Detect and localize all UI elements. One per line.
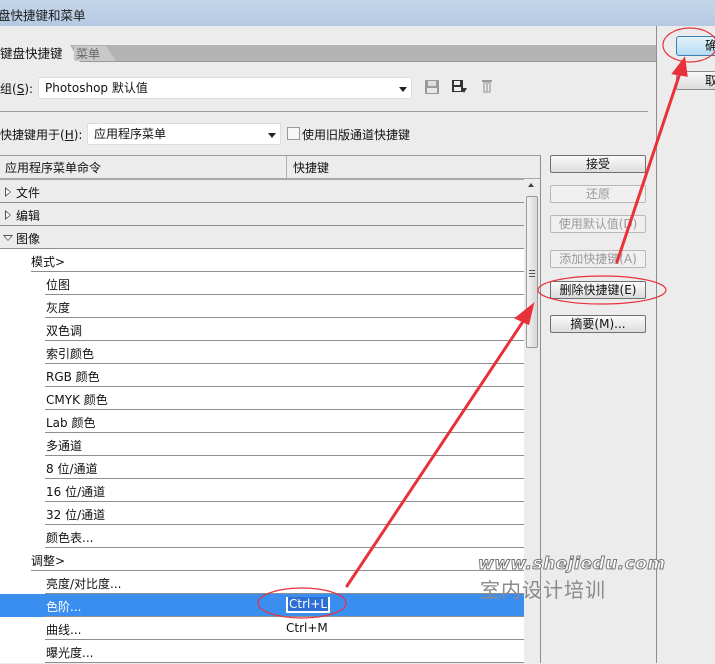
row-command-label: 调整>	[31, 554, 66, 568]
table-group-row[interactable]: 图像	[0, 226, 524, 249]
row-command-label: 文件	[16, 186, 41, 200]
shortcut-input-value: Ctrl+L	[288, 597, 329, 611]
expand-triangle-right-icon[interactable]	[5, 187, 11, 197]
row-command-label: 模式>	[31, 255, 66, 269]
row-command-label: 色阶...	[46, 600, 82, 614]
summarize-button[interactable]: 摘要(M)...	[550, 315, 646, 333]
table-row[interactable]: 色阶... Ctrl+L	[0, 594, 524, 617]
watermark-text: 室内设计培训	[480, 578, 606, 602]
shortcuts-for-label: 快捷键用于(H):	[0, 128, 83, 142]
row-command-label: 亮度/对比度...	[46, 577, 122, 591]
row-command-label: 颜色表...	[46, 531, 94, 545]
row-command-label: RGB 颜色	[46, 370, 100, 384]
shortcuts-for-value: 应用程序菜单	[94, 127, 167, 141]
table-row[interactable]: CMYK 颜色	[0, 387, 524, 410]
chevron-down-icon	[399, 87, 407, 92]
column-header-command[interactable]: 应用程序菜单命令	[5, 159, 101, 176]
table-group-row[interactable]: 文件	[0, 180, 524, 203]
table-row[interactable]: 多通道	[0, 433, 524, 456]
table-row[interactable]: 16 位/通道	[0, 479, 524, 502]
expand-triangle-right-icon[interactable]	[5, 210, 11, 220]
scroll-up-arrow-icon[interactable]	[528, 183, 534, 187]
row-command-label: 位图	[46, 278, 71, 292]
row-command-label: 曲线...	[46, 623, 82, 637]
save-set-icon[interactable]	[424, 79, 440, 95]
row-command-label: CMYK 颜色	[46, 393, 108, 407]
table-row[interactable]: 灰度	[0, 295, 524, 318]
divider	[0, 111, 648, 112]
table-row[interactable]: 调整>	[0, 548, 524, 571]
ok-button[interactable]: 确	[676, 36, 715, 56]
table-row[interactable]: 曲线... Ctrl+M	[0, 617, 524, 640]
column-header-shortcut[interactable]: 快捷键	[293, 159, 329, 176]
table-body: 文件编辑图像模式> 位图灰度双色调索引颜色 RGB 颜色 CMYK 颜色 Lab 颜色多…	[0, 180, 524, 663]
table-group-row[interactable]: 编辑	[0, 203, 524, 226]
table-row[interactable]: 位图	[0, 272, 524, 295]
table-row[interactable]: 模式>	[0, 249, 524, 272]
title-bar: 盘快捷键和菜单	[0, 0, 715, 26]
shortcut-input[interactable]: Ctrl+L	[286, 597, 331, 613]
table-row[interactable]: 索引颜色	[0, 341, 524, 364]
set-select-value: Photoshop 默认值	[45, 81, 148, 95]
table-row[interactable]: 曝光度...	[0, 640, 524, 663]
legacy-channel-shortcuts-checkbox[interactable]	[287, 127, 300, 140]
watermark-url: www.shejiedu.com	[478, 554, 666, 575]
row-command-label: 灰度	[46, 301, 71, 315]
row-command-label: 16 位/通道	[46, 485, 106, 499]
tab-keyboard-shortcuts[interactable]: 键盘快捷键	[0, 45, 80, 62]
row-command-label: 图像	[16, 232, 41, 246]
undo-button[interactable]: 还原	[550, 185, 646, 203]
table-row[interactable]: 32 位/通道	[0, 502, 524, 525]
column-divider[interactable]	[286, 156, 287, 178]
table-row[interactable]: 亮度/对比度...	[0, 571, 524, 594]
table-row[interactable]: 8 位/通道	[0, 456, 524, 479]
tab-menus[interactable]: 菜单	[74, 46, 116, 61]
table-header: 应用程序菜单命令 快捷键	[0, 156, 541, 180]
table-row[interactable]: 双色调	[0, 318, 524, 341]
row-command-label: 8 位/通道	[46, 462, 98, 476]
use-default-button[interactable]: 使用默认值(D)	[550, 215, 646, 233]
delete-set-icon[interactable]	[479, 78, 495, 94]
row-command-label: 32 位/通道	[46, 508, 106, 522]
table-row[interactable]: 颜色表...	[0, 525, 524, 548]
table-row[interactable]: Lab 颜色	[0, 410, 524, 433]
row-command-label: 编辑	[16, 209, 41, 223]
chevron-down-icon	[268, 133, 276, 138]
legacy-channel-shortcuts-label: 使用旧版通道快捷键	[302, 128, 411, 142]
scrollbar-thumb[interactable]	[526, 196, 538, 348]
row-command-label: 双色调	[46, 324, 83, 338]
expand-triangle-down-icon[interactable]	[3, 235, 13, 241]
set-select[interactable]: Photoshop 默认值	[38, 77, 412, 99]
set-label: 组(S):	[0, 82, 34, 96]
shortcuts-for-select[interactable]: 应用程序菜单	[87, 123, 281, 145]
row-command-label: 索引颜色	[46, 347, 95, 361]
cancel-button[interactable]: 取	[676, 71, 715, 90]
row-shortcut[interactable]: Ctrl+M	[286, 621, 328, 635]
table-row[interactable]: RGB 颜色	[0, 364, 524, 387]
row-command-label: Lab 颜色	[46, 416, 96, 430]
save-as-icon[interactable]	[451, 79, 467, 95]
delete-shortcut-button[interactable]: 删除快捷键(E)	[550, 281, 646, 299]
add-shortcut-button[interactable]: 添加快捷键(A)	[550, 250, 646, 268]
accept-button[interactable]: 接受	[550, 155, 646, 173]
row-command-label: 多通道	[46, 439, 83, 453]
shortcut-table: 应用程序菜单命令 快捷键 文件编辑图像模式> 位图灰度双色调索引颜色 RGB 颜色 C…	[0, 155, 541, 664]
window-title: 盘快捷键和菜单	[0, 8, 86, 23]
row-command-label: 曝光度...	[46, 646, 94, 660]
